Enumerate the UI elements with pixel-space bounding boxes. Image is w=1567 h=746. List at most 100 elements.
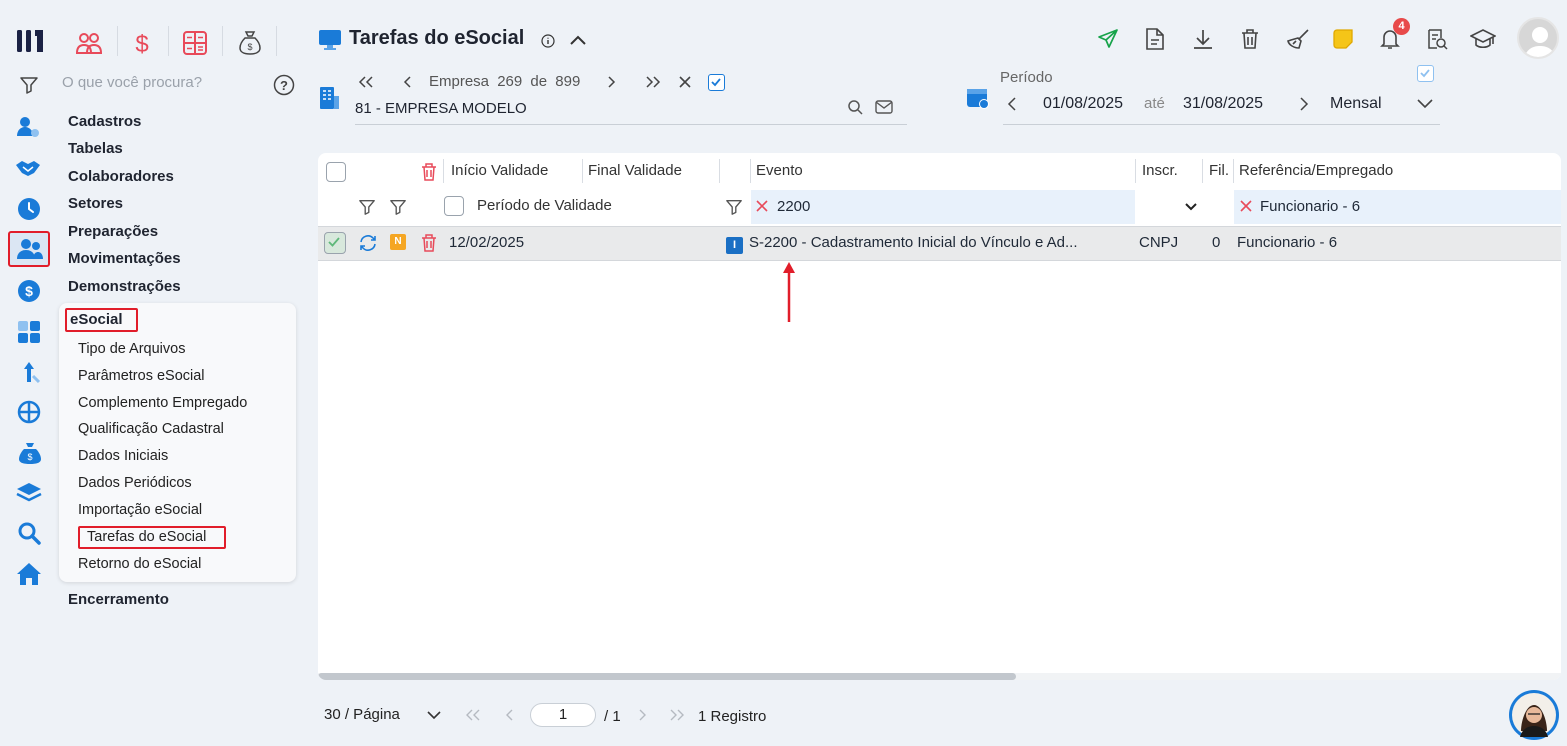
periodo-validade-checkbox[interactable] — [444, 196, 464, 216]
prev-page-icon[interactable] — [502, 708, 516, 722]
send-icon[interactable] — [1096, 27, 1120, 51]
dollar-module-icon[interactable]: $ — [128, 29, 156, 57]
cadastros-icon[interactable] — [14, 113, 42, 141]
cell-inscr: CNPJ — [1139, 234, 1179, 251]
document-icon[interactable] — [1143, 27, 1167, 51]
period-mode-select[interactable]: Mensal — [1330, 95, 1382, 113]
prev-period-icon[interactable] — [1003, 95, 1021, 113]
report-search-icon[interactable] — [1425, 27, 1449, 51]
per-page-select[interactable]: 30 / Página — [324, 706, 400, 723]
col-header-inscr[interactable]: Inscr. — [1142, 162, 1178, 179]
menu-item-cadastros[interactable]: Cadastros — [68, 113, 141, 130]
clear-company-icon[interactable] — [676, 73, 694, 91]
col-header-inicio-validade[interactable]: Início Validade — [451, 162, 548, 179]
collapse-chevron-icon[interactable] — [567, 30, 589, 50]
company-name[interactable]: 81 - EMPRESA MODELO — [355, 100, 527, 117]
svg-text:?: ? — [280, 78, 288, 93]
submenu-retorno-esocial[interactable]: Retorno do eSocial — [78, 556, 201, 572]
next-company-icon[interactable] — [603, 73, 621, 91]
clear-ref-filter-icon[interactable] — [1239, 199, 1253, 213]
page-input[interactable]: 1 — [530, 703, 596, 727]
clear-evento-filter-icon[interactable] — [755, 199, 769, 213]
network-icon[interactable] — [15, 398, 43, 426]
menu-item-movimentacoes[interactable]: Movimentações — [68, 250, 181, 267]
tools-icon[interactable] — [15, 358, 43, 386]
calculator-icon[interactable] — [15, 318, 43, 346]
submenu-importacao-esocial[interactable]: Importação eSocial — [78, 502, 202, 518]
trash-icon[interactable] — [1238, 27, 1262, 51]
menu-item-demonstracoes[interactable]: Demonstrações — [68, 278, 181, 295]
app-logo[interactable] — [16, 28, 46, 54]
submenu-complemento-empregado[interactable]: Complemento Empregado — [78, 395, 247, 411]
submenu-qualificacao-cadastral[interactable]: Qualificação Cadastral — [78, 421, 224, 437]
help-icon[interactable]: ? — [272, 73, 296, 97]
menu-item-setores[interactable]: Setores — [68, 195, 123, 212]
company-of: de — [530, 73, 548, 90]
col-header-evento[interactable]: Evento — [756, 162, 803, 179]
prev-company-icon[interactable] — [398, 73, 416, 91]
row-filter-icon[interactable] — [357, 197, 377, 217]
last-page-nav-icon[interactable] — [668, 708, 686, 722]
submenu-dados-periodicos[interactable]: Dados Periódicos — [78, 475, 192, 491]
menu-item-preparacoes[interactable]: Preparações — [68, 223, 158, 240]
handshake-icon[interactable] — [14, 154, 42, 182]
colaboradores-icon-active[interactable] — [8, 231, 50, 267]
search-input[interactable]: O que você procura? — [62, 74, 202, 91]
svg-text:$: $ — [27, 452, 32, 462]
layers-icon[interactable] — [15, 479, 43, 507]
filter-periodo-validade: Período de Validade — [477, 197, 612, 214]
mail-icon[interactable] — [874, 98, 894, 116]
period-end[interactable]: 31/08/2025 — [1183, 95, 1263, 113]
evento-filter-icon[interactable] — [724, 197, 744, 217]
horizontal-scrollbar[interactable] — [318, 673, 1561, 680]
menu-item-encerramento[interactable]: Encerramento — [68, 591, 169, 608]
submenu-parametros-esocial[interactable]: Parâmetros eSocial — [78, 368, 205, 384]
period-start[interactable]: 01/08/2025 — [1043, 95, 1123, 113]
next-period-icon[interactable] — [1295, 95, 1313, 113]
col-header-referencia[interactable]: Referência/Empregado — [1239, 162, 1393, 179]
menu-item-tabelas[interactable]: Tabelas — [68, 140, 123, 157]
money-bag-icon[interactable]: $ — [16, 439, 44, 467]
company-checkbox[interactable] — [708, 74, 725, 91]
assistant-avatar[interactable] — [1509, 690, 1559, 740]
submenu-dados-iniciais[interactable]: Dados Iniciais — [78, 448, 168, 464]
info-icon[interactable] — [540, 33, 556, 49]
first-page-icon[interactable] — [356, 73, 376, 91]
first-page-nav-icon[interactable] — [464, 708, 482, 722]
inscr-dropdown-chevron-icon[interactable] — [1184, 201, 1198, 213]
menu-item-colaboradores[interactable]: Colaboradores — [68, 168, 174, 185]
submenu-tarefas-esocial[interactable]: Tarefas do eSocial — [87, 529, 206, 545]
scrollbar-thumb[interactable] — [318, 673, 1016, 680]
delete-all-icon[interactable] — [420, 162, 438, 182]
last-page-icon[interactable] — [643, 73, 663, 91]
select-all-checkbox[interactable] — [326, 162, 346, 182]
user-avatar[interactable] — [1517, 17, 1559, 59]
filter-icon[interactable] — [18, 74, 40, 96]
money-module-icon[interactable]: $ — [236, 29, 264, 57]
calc-module-icon[interactable] — [181, 29, 209, 57]
menu-item-esocial[interactable]: eSocial — [70, 311, 123, 328]
broom-icon[interactable] — [1285, 27, 1311, 51]
company-search-icon[interactable] — [846, 98, 864, 116]
search-magnifier-icon[interactable] — [15, 519, 43, 547]
note-icon[interactable] — [1331, 27, 1355, 51]
submenu-tipo-arquivos[interactable]: Tipo de Arquivos — [78, 341, 185, 357]
col-header-fil[interactable]: Fil. — [1209, 162, 1229, 179]
col-header-final-validade[interactable]: Final Validade — [588, 162, 682, 179]
per-page-chevron-icon[interactable] — [426, 708, 442, 722]
row-select-checkbox[interactable] — [324, 232, 346, 254]
sync-icon[interactable] — [357, 232, 379, 254]
home-icon[interactable] — [15, 560, 43, 588]
period-mode-chevron-icon[interactable] — [1415, 95, 1435, 113]
download-icon[interactable] — [1191, 27, 1215, 51]
next-page-icon[interactable] — [636, 708, 650, 722]
row-delete-icon[interactable] — [420, 233, 438, 253]
total-pages: / 1 — [604, 708, 621, 725]
graduation-cap-icon[interactable] — [1470, 27, 1496, 51]
annotation-arrow — [782, 261, 796, 323]
dollar-icon[interactable]: $ — [15, 277, 43, 305]
people-module-icon[interactable] — [75, 29, 103, 57]
period-checkbox[interactable] — [1417, 65, 1434, 82]
clock-icon[interactable] — [15, 195, 43, 223]
row-filter-alt-icon[interactable] — [388, 197, 408, 217]
